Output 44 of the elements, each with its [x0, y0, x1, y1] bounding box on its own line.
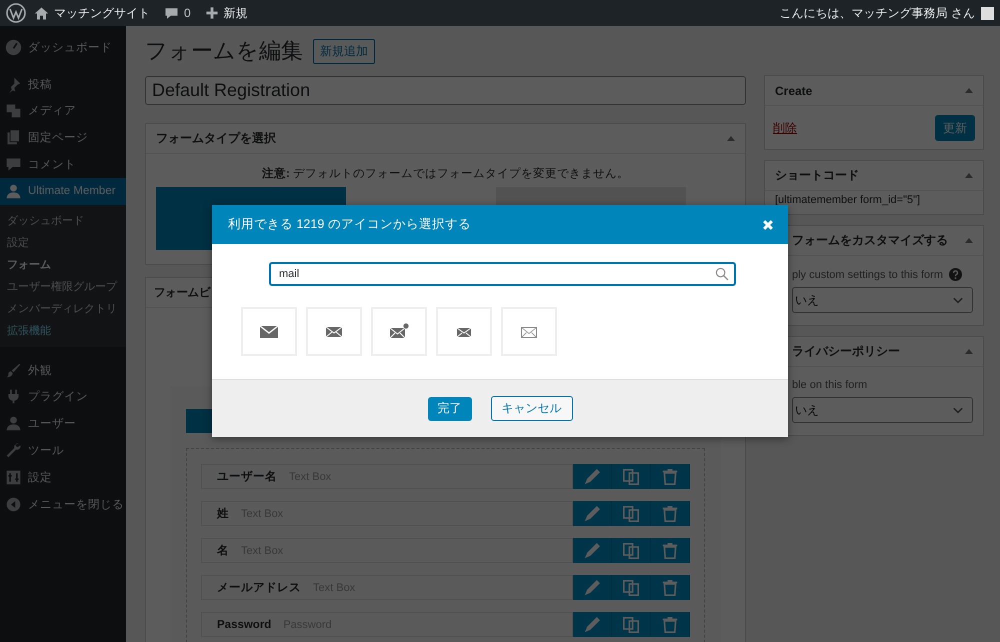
delete-link[interactable]: 削除 — [773, 120, 797, 136]
menu-item[interactable]: Ultimate Member — [0, 178, 126, 205]
search-field[interactable]: mail — [269, 262, 736, 286]
site-name-link[interactable]: マッチングサイト — [34, 4, 150, 22]
new-link[interactable]: 新規 — [204, 4, 248, 22]
menu-item[interactable]: ダッシュボード — [0, 34, 126, 61]
update-button[interactable]: 更新 — [935, 115, 975, 141]
setting-label: ble on this form — [792, 379, 868, 391]
menu-item[interactable]: 固定ページ — [0, 124, 126, 152]
notice-text: 注意: デフォルトのフォームではフォームタイプを変更できません。 — [260, 166, 630, 182]
setting-label: ply custom settings to this form — [792, 268, 943, 280]
panel-title: Create — [775, 84, 812, 98]
panel-title: フォームタイプを選択 — [156, 130, 276, 147]
shortcode-text: [ultimatemember form_id="5"] — [775, 194, 920, 206]
panel-title: フォームビ — [154, 286, 210, 300]
menu-item[interactable]: メディア — [0, 98, 126, 124]
panel-title: フォームをカスタマイズする — [791, 232, 948, 249]
menu-item[interactable]: コメント — [0, 151, 126, 178]
select-dropdown[interactable]: いえ — [792, 287, 973, 313]
dialog-title: 利用できる 1219 のアイコンから選択する — [228, 216, 471, 233]
submenu-item[interactable]: 拡張機能 — [0, 320, 126, 342]
menu-item[interactable]: 設定 — [0, 464, 126, 491]
field-label: ユーザー名 — [217, 470, 277, 484]
cancel-button[interactable]: キャンセル — [490, 396, 572, 421]
form-title-field[interactable]: Default Registration — [145, 76, 746, 105]
menu-item[interactable]: プラグイン — [0, 384, 126, 410]
field-label: 名 — [217, 544, 229, 558]
panel-title: ライバシーポリシー — [791, 343, 900, 360]
field-label: Password — [217, 618, 272, 630]
menu-item[interactable]: メニューを閉じる — [0, 490, 126, 518]
add-new-button[interactable]: 新規追加 — [313, 38, 375, 64]
menu-item[interactable]: 投稿 — [0, 70, 126, 98]
menu-item[interactable]: 外観 — [0, 356, 126, 384]
field-label: 姓 — [217, 506, 229, 521]
menu-item[interactable]: ツール — [0, 437, 126, 464]
panel-title: ショートコード — [775, 167, 859, 184]
select-dropdown[interactable]: いえ — [792, 397, 973, 423]
account-link[interactable]: こんにちは、マッチング事務局 さん — [780, 4, 975, 22]
menu-item[interactable]: ユーザー — [0, 410, 126, 438]
comments-link[interactable]: 0 — [164, 6, 191, 20]
done-button[interactable]: 完了 — [428, 396, 472, 420]
page-title: フォームを編集 — [145, 37, 303, 65]
field-label: メールアドレス — [217, 581, 301, 595]
submenu-item[interactable]: フォーム — [0, 254, 126, 276]
